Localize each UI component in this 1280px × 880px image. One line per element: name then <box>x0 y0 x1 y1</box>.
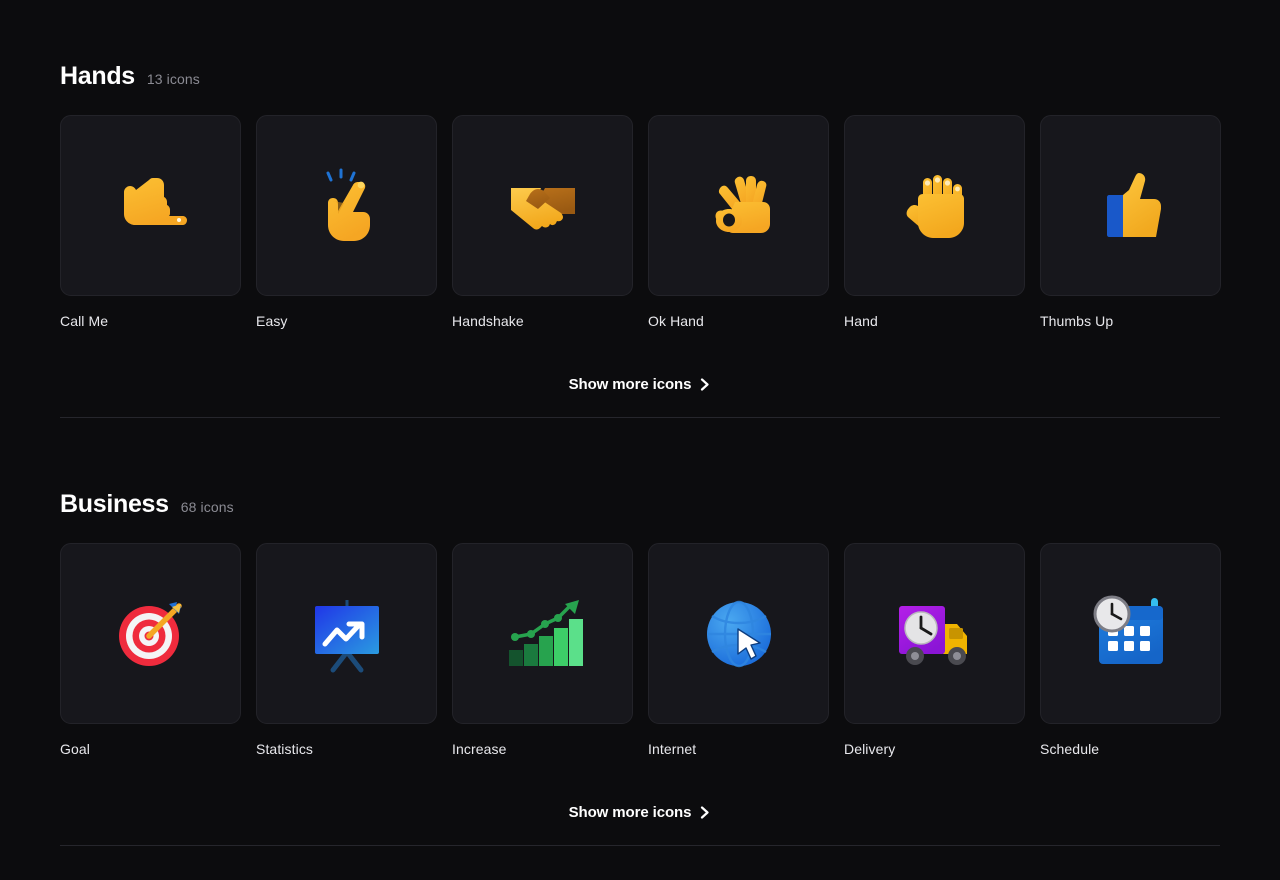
icon-cell: Thumbs Up <box>1040 115 1221 329</box>
increase-bar-chart-icon <box>508 599 583 666</box>
globe-cursor-icon <box>706 600 771 667</box>
open-hand-icon <box>906 174 964 238</box>
icon-label: Easy <box>256 313 288 329</box>
chevron-right-icon <box>701 806 709 819</box>
section-header: Business 68 icons <box>60 490 1220 519</box>
thumbs-up-icon <box>1106 172 1161 237</box>
icon-library-page: Hands 13 icons Call Me Easy Handshake Ok… <box>0 0 1280 880</box>
section-header: Hands 13 icons <box>60 62 1220 91</box>
icon-cell: Schedule <box>1040 543 1221 757</box>
icon-label: Thumbs Up <box>1040 313 1114 329</box>
icon-grid: Goal Statistics Increase Internet Delive… <box>60 543 1221 757</box>
icon-label: Delivery <box>844 741 896 757</box>
statistics-board-icon <box>314 599 379 672</box>
section-business: Business 68 icons Goal Statistics Increa… <box>60 490 1221 846</box>
icon-label: Ok Hand <box>648 313 704 329</box>
icon-cell: Increase <box>452 543 633 757</box>
icon-card-statistics[interactable] <box>256 543 437 724</box>
icon-card-ok-hand[interactable] <box>648 115 829 296</box>
easy-snap-fingers-icon <box>326 168 370 241</box>
icon-card-thumbs-up[interactable] <box>1040 115 1221 296</box>
icon-label: Call Me <box>60 313 109 329</box>
show-more-wrap: Show more icons <box>60 804 1220 821</box>
call-me-icon <box>123 177 187 225</box>
icon-label: Schedule <box>1040 741 1100 757</box>
icon-card-delivery[interactable] <box>844 543 1025 724</box>
section-title: Hands <box>60 62 135 90</box>
icon-card-goal[interactable] <box>60 543 241 724</box>
show-more-label: Show more icons <box>568 376 692 393</box>
calendar-clock-icon <box>1093 595 1163 664</box>
handshake-icon <box>510 187 575 229</box>
show-more-label: Show more icons <box>568 804 692 821</box>
icon-card-internet[interactable] <box>648 543 829 724</box>
icon-cell: Handshake <box>452 115 633 329</box>
show-more-icons-button-business[interactable]: Show more icons <box>569 804 712 821</box>
icon-cell: Easy <box>256 115 437 329</box>
icon-card-hand[interactable] <box>844 115 1025 296</box>
icon-label: Statistics <box>256 741 314 757</box>
show-more-wrap: Show more icons <box>60 376 1220 393</box>
icon-card-call-me[interactable] <box>60 115 241 296</box>
icon-label: Goal <box>60 741 90 757</box>
delivery-truck-icon <box>898 605 967 665</box>
section-hands: Hands 13 icons Call Me Easy Handshake Ok… <box>60 0 1221 418</box>
ok-hand-icon <box>715 175 770 233</box>
section-divider <box>60 845 1220 846</box>
icon-cell: Goal <box>60 543 241 757</box>
section-icon-count: 68 icons <box>180 499 234 515</box>
target-goal-icon <box>118 601 182 666</box>
icon-card-schedule[interactable] <box>1040 543 1221 724</box>
icon-label: Internet <box>648 741 697 757</box>
icon-cell: Internet <box>648 543 829 757</box>
icon-cell: Call Me <box>60 115 241 329</box>
icon-label: Hand <box>844 313 878 329</box>
section-icon-count: 13 icons <box>146 71 200 87</box>
icon-cell: Statistics <box>256 543 437 757</box>
icon-label: Increase <box>452 741 507 757</box>
icon-cell: Ok Hand <box>648 115 829 329</box>
icon-cell: Delivery <box>844 543 1025 757</box>
icon-card-easy[interactable] <box>256 115 437 296</box>
show-more-icons-button-hands[interactable]: Show more icons <box>569 376 712 393</box>
icon-card-increase[interactable] <box>452 543 633 724</box>
section-title: Business <box>60 490 169 518</box>
icon-grid: Call Me Easy Handshake Ok Hand Hand Thum… <box>60 115 1221 329</box>
icon-card-handshake[interactable] <box>452 115 633 296</box>
chevron-right-icon <box>701 378 709 391</box>
icon-cell: Hand <box>844 115 1025 329</box>
icon-label: Handshake <box>452 313 524 329</box>
